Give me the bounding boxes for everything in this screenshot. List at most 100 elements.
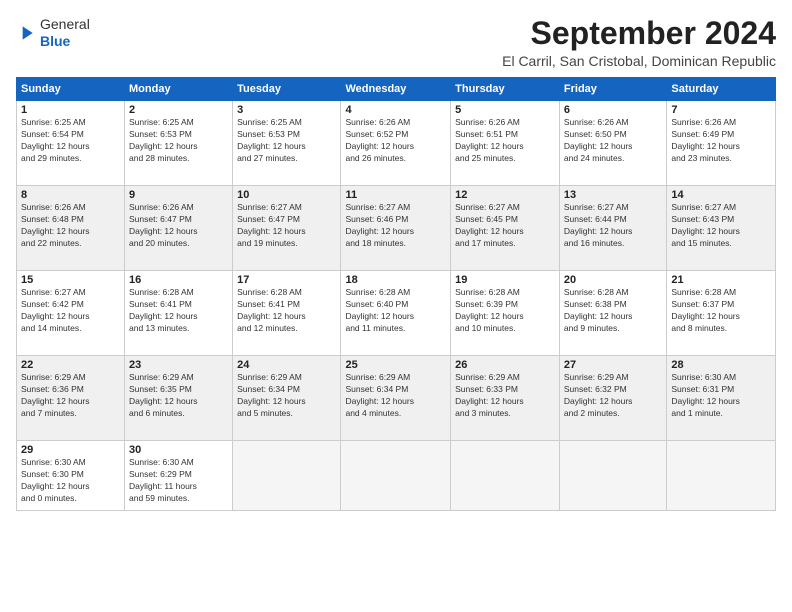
day-number: 6 xyxy=(564,104,662,116)
table-row: 27Sunrise: 6:29 AMSunset: 6:32 PMDayligh… xyxy=(559,356,666,441)
day-info: Sunrise: 6:26 AMSunset: 6:49 PMDaylight:… xyxy=(671,117,771,165)
day-info: Sunrise: 6:28 AMSunset: 6:37 PMDaylight:… xyxy=(671,287,771,335)
table-row: 14Sunrise: 6:27 AMSunset: 6:43 PMDayligh… xyxy=(667,186,776,271)
table-row: 25Sunrise: 6:29 AMSunset: 6:34 PMDayligh… xyxy=(341,356,451,441)
table-row: 11Sunrise: 6:27 AMSunset: 6:46 PMDayligh… xyxy=(341,186,451,271)
day-info: Sunrise: 6:25 AMSunset: 6:53 PMDaylight:… xyxy=(129,117,228,165)
day-info: Sunrise: 6:26 AMSunset: 6:51 PMDaylight:… xyxy=(455,117,555,165)
table-row: 1Sunrise: 6:25 AMSunset: 6:54 PMDaylight… xyxy=(17,101,125,186)
day-info: Sunrise: 6:29 AMSunset: 6:34 PMDaylight:… xyxy=(237,372,336,420)
day-number: 3 xyxy=(237,104,336,116)
day-info: Sunrise: 6:29 AMSunset: 6:33 PMDaylight:… xyxy=(455,372,555,420)
table-row: 4Sunrise: 6:26 AMSunset: 6:52 PMDaylight… xyxy=(341,101,451,186)
table-row xyxy=(559,441,666,511)
table-row xyxy=(341,441,451,511)
table-row: 9Sunrise: 6:26 AMSunset: 6:47 PMDaylight… xyxy=(125,186,233,271)
day-number: 19 xyxy=(455,274,555,286)
calendar-week-row: 1Sunrise: 6:25 AMSunset: 6:54 PMDaylight… xyxy=(17,101,776,186)
day-info: Sunrise: 6:28 AMSunset: 6:41 PMDaylight:… xyxy=(237,287,336,335)
day-number: 24 xyxy=(237,359,336,371)
day-info: Sunrise: 6:27 AMSunset: 6:45 PMDaylight:… xyxy=(455,202,555,250)
day-number: 27 xyxy=(564,359,662,371)
day-info: Sunrise: 6:27 AMSunset: 6:42 PMDaylight:… xyxy=(21,287,120,335)
table-row: 3Sunrise: 6:25 AMSunset: 6:53 PMDaylight… xyxy=(233,101,341,186)
table-row: 6Sunrise: 6:26 AMSunset: 6:50 PMDaylight… xyxy=(559,101,666,186)
day-info: Sunrise: 6:28 AMSunset: 6:40 PMDaylight:… xyxy=(345,287,446,335)
col-tuesday: Tuesday xyxy=(233,78,341,101)
table-row xyxy=(233,441,341,511)
day-number: 10 xyxy=(237,189,336,201)
table-row: 26Sunrise: 6:29 AMSunset: 6:33 PMDayligh… xyxy=(451,356,560,441)
col-monday: Monday xyxy=(125,78,233,101)
month-title: September 2024 xyxy=(502,16,776,51)
day-number: 26 xyxy=(455,359,555,371)
location: El Carril, San Cristobal, Dominican Repu… xyxy=(502,53,776,69)
day-number: 20 xyxy=(564,274,662,286)
day-number: 15 xyxy=(21,274,120,286)
table-row: 17Sunrise: 6:28 AMSunset: 6:41 PMDayligh… xyxy=(233,271,341,356)
day-info: Sunrise: 6:26 AMSunset: 6:47 PMDaylight:… xyxy=(129,202,228,250)
col-thursday: Thursday xyxy=(451,78,560,101)
col-saturday: Saturday xyxy=(667,78,776,101)
day-number: 21 xyxy=(671,274,771,286)
day-info: Sunrise: 6:27 AMSunset: 6:44 PMDaylight:… xyxy=(564,202,662,250)
calendar-table: Sunday Monday Tuesday Wednesday Thursday… xyxy=(16,77,776,511)
logo: General Blue xyxy=(16,16,90,50)
calendar-week-row: 15Sunrise: 6:27 AMSunset: 6:42 PMDayligh… xyxy=(17,271,776,356)
day-info: Sunrise: 6:26 AMSunset: 6:52 PMDaylight:… xyxy=(345,117,446,165)
page: General Blue September 2024 El Carril, S… xyxy=(0,0,792,612)
table-row: 2Sunrise: 6:25 AMSunset: 6:53 PMDaylight… xyxy=(125,101,233,186)
day-info: Sunrise: 6:27 AMSunset: 6:46 PMDaylight:… xyxy=(345,202,446,250)
day-number: 16 xyxy=(129,274,228,286)
day-number: 11 xyxy=(345,189,446,201)
day-info: Sunrise: 6:25 AMSunset: 6:53 PMDaylight:… xyxy=(237,117,336,165)
calendar-week-row: 22Sunrise: 6:29 AMSunset: 6:36 PMDayligh… xyxy=(17,356,776,441)
table-row: 5Sunrise: 6:26 AMSunset: 6:51 PMDaylight… xyxy=(451,101,560,186)
day-info: Sunrise: 6:30 AMSunset: 6:29 PMDaylight:… xyxy=(129,457,228,505)
day-number: 13 xyxy=(564,189,662,201)
day-info: Sunrise: 6:29 AMSunset: 6:32 PMDaylight:… xyxy=(564,372,662,420)
day-info: Sunrise: 6:29 AMSunset: 6:34 PMDaylight:… xyxy=(345,372,446,420)
day-number: 14 xyxy=(671,189,771,201)
table-row: 8Sunrise: 6:26 AMSunset: 6:48 PMDaylight… xyxy=(17,186,125,271)
day-info: Sunrise: 6:26 AMSunset: 6:50 PMDaylight:… xyxy=(564,117,662,165)
table-row: 12Sunrise: 6:27 AMSunset: 6:45 PMDayligh… xyxy=(451,186,560,271)
day-info: Sunrise: 6:30 AMSunset: 6:31 PMDaylight:… xyxy=(671,372,771,420)
day-number: 17 xyxy=(237,274,336,286)
day-info: Sunrise: 6:29 AMSunset: 6:36 PMDaylight:… xyxy=(21,372,120,420)
table-row: 15Sunrise: 6:27 AMSunset: 6:42 PMDayligh… xyxy=(17,271,125,356)
col-friday: Friday xyxy=(559,78,666,101)
calendar-week-row: 29Sunrise: 6:30 AMSunset: 6:30 PMDayligh… xyxy=(17,441,776,511)
day-number: 12 xyxy=(455,189,555,201)
day-info: Sunrise: 6:27 AMSunset: 6:43 PMDaylight:… xyxy=(671,202,771,250)
table-row: 24Sunrise: 6:29 AMSunset: 6:34 PMDayligh… xyxy=(233,356,341,441)
day-info: Sunrise: 6:28 AMSunset: 6:41 PMDaylight:… xyxy=(129,287,228,335)
day-info: Sunrise: 6:26 AMSunset: 6:48 PMDaylight:… xyxy=(21,202,120,250)
day-number: 5 xyxy=(455,104,555,116)
table-row: 18Sunrise: 6:28 AMSunset: 6:40 PMDayligh… xyxy=(341,271,451,356)
day-number: 22 xyxy=(21,359,120,371)
table-row: 28Sunrise: 6:30 AMSunset: 6:31 PMDayligh… xyxy=(667,356,776,441)
day-number: 23 xyxy=(129,359,228,371)
table-row: 16Sunrise: 6:28 AMSunset: 6:41 PMDayligh… xyxy=(125,271,233,356)
day-info: Sunrise: 6:27 AMSunset: 6:47 PMDaylight:… xyxy=(237,202,336,250)
header: General Blue September 2024 El Carril, S… xyxy=(16,16,776,69)
table-row: 7Sunrise: 6:26 AMSunset: 6:49 PMDaylight… xyxy=(667,101,776,186)
day-info: Sunrise: 6:28 AMSunset: 6:38 PMDaylight:… xyxy=(564,287,662,335)
table-row: 10Sunrise: 6:27 AMSunset: 6:47 PMDayligh… xyxy=(233,186,341,271)
day-info: Sunrise: 6:25 AMSunset: 6:54 PMDaylight:… xyxy=(21,117,120,165)
day-number: 25 xyxy=(345,359,446,371)
title-section: September 2024 El Carril, San Cristobal,… xyxy=(502,16,776,69)
day-info: Sunrise: 6:30 AMSunset: 6:30 PMDaylight:… xyxy=(21,457,120,505)
day-number: 1 xyxy=(21,104,120,116)
col-sunday: Sunday xyxy=(17,78,125,101)
day-number: 4 xyxy=(345,104,446,116)
day-info: Sunrise: 6:29 AMSunset: 6:35 PMDaylight:… xyxy=(129,372,228,420)
logo-icon xyxy=(16,23,36,43)
day-info: Sunrise: 6:28 AMSunset: 6:39 PMDaylight:… xyxy=(455,287,555,335)
day-number: 30 xyxy=(129,444,228,456)
calendar-header-row: Sunday Monday Tuesday Wednesday Thursday… xyxy=(17,78,776,101)
table-row: 22Sunrise: 6:29 AMSunset: 6:36 PMDayligh… xyxy=(17,356,125,441)
day-number: 8 xyxy=(21,189,120,201)
day-number: 18 xyxy=(345,274,446,286)
